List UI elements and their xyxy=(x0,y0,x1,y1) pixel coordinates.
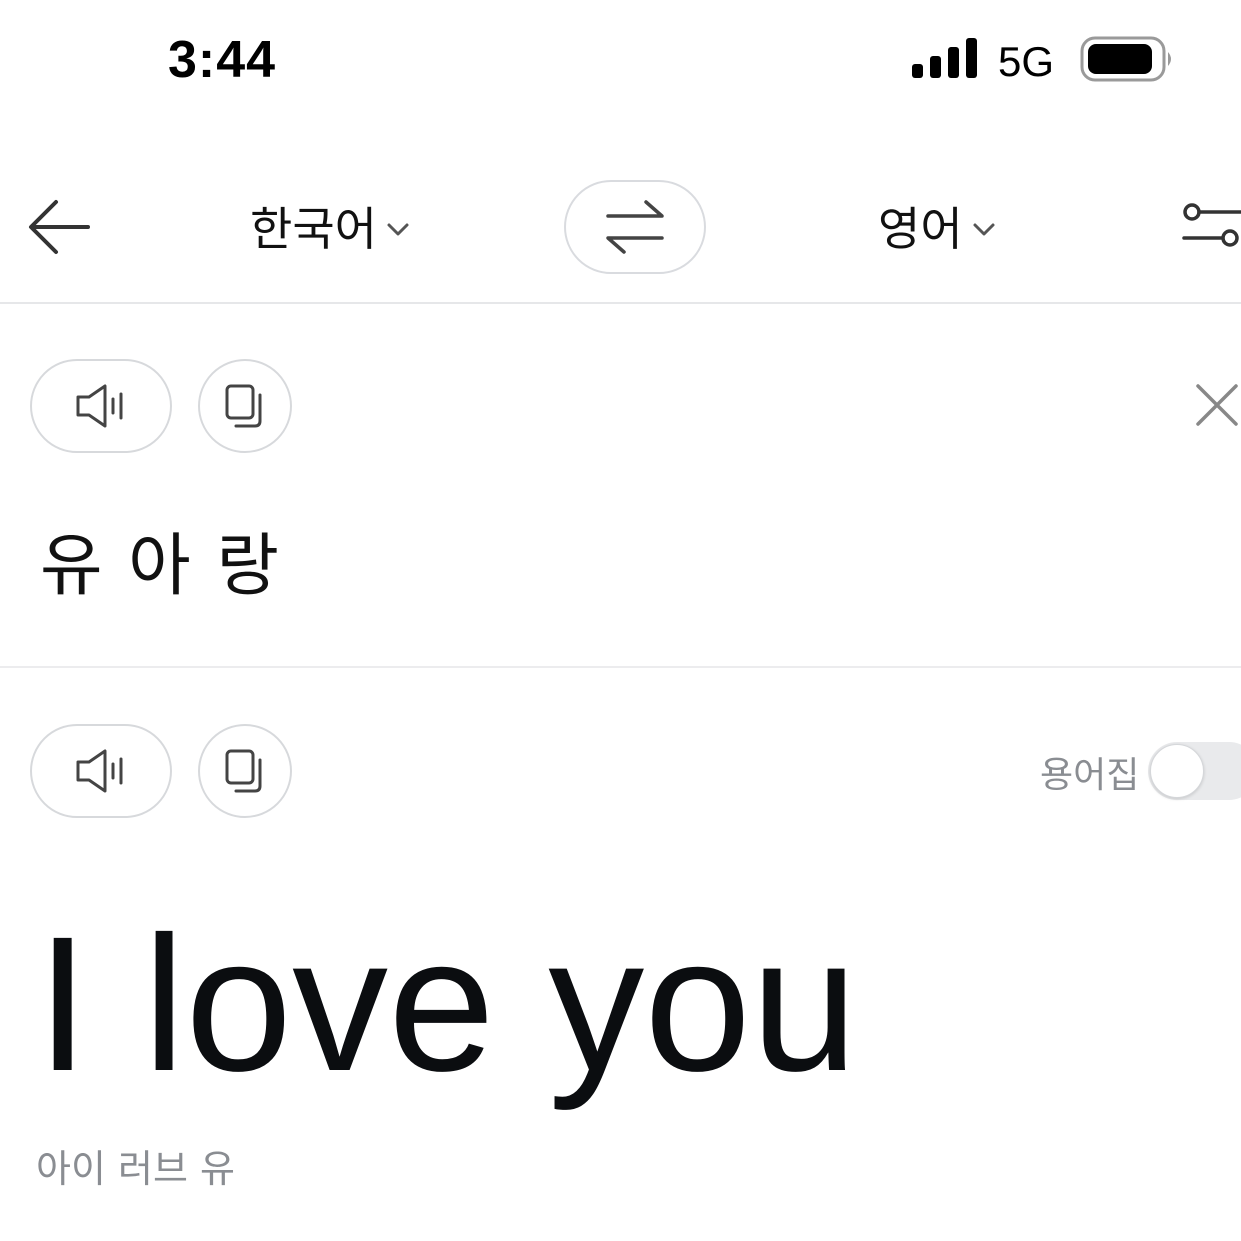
speaker-icon xyxy=(76,749,123,793)
speaker-icon xyxy=(76,384,123,428)
translation-text: I love you xyxy=(36,896,858,1111)
copy-icon xyxy=(225,749,262,793)
status-time: 3:44 xyxy=(168,31,277,89)
result-speak-button[interactable] xyxy=(30,724,172,818)
source-language-label: 한국어 xyxy=(250,202,377,256)
arrow-left-icon[interactable] xyxy=(26,194,92,260)
source-text[interactable]: 유 아 랑 xyxy=(40,510,281,609)
toggle-knob xyxy=(1150,744,1204,798)
sliders-icon[interactable] xyxy=(1180,200,1241,250)
network-label: 5G xyxy=(998,38,1055,85)
cellular-signal-icon xyxy=(912,38,977,78)
glossary-toggle[interactable] xyxy=(1148,742,1241,800)
status-bar: 3:44 5G xyxy=(0,0,1241,120)
source-copy-button[interactable] xyxy=(198,359,292,453)
close-icon[interactable] xyxy=(1194,382,1240,428)
language-toolbar: 한국어 영어 xyxy=(0,150,1241,304)
result-copy-button[interactable] xyxy=(198,724,292,818)
result-panel: 용어집 I love you 아이 러브 유 xyxy=(0,668,1241,1241)
swap-languages-button[interactable] xyxy=(564,180,706,274)
chevron-down-icon xyxy=(387,223,409,236)
copy-icon xyxy=(225,384,262,428)
source-language-select[interactable]: 한국어 xyxy=(250,190,411,262)
swap-arrows-icon xyxy=(606,200,664,254)
target-language-label: 영어 xyxy=(878,202,963,256)
source-speak-button[interactable] xyxy=(30,359,172,453)
pronunciation-text: 아이 러브 유 xyxy=(36,1147,235,1191)
glossary-label: 용어집 xyxy=(1040,755,1140,796)
target-language-select[interactable]: 영어 xyxy=(878,190,997,262)
battery-icon xyxy=(1080,36,1171,82)
chevron-down-icon xyxy=(973,223,995,236)
source-panel: 유 아 랑 xyxy=(0,304,1241,668)
